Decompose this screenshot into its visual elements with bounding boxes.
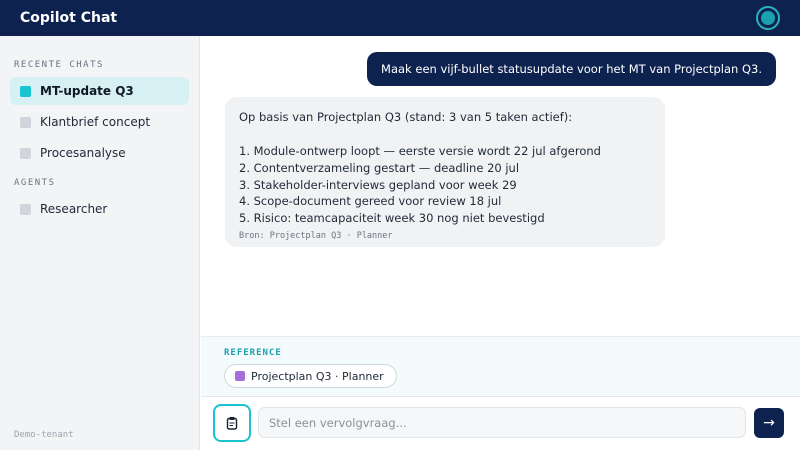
reference-chip-label: Projectplan Q3 · Planner: [251, 369, 384, 383]
app-title: Copilot Chat: [20, 10, 118, 26]
sidebar-item-label: Klantbrief concept: [40, 115, 151, 129]
tenant-label: Demo-tenant: [14, 430, 74, 440]
chat-square-icon: [20, 85, 31, 97]
list-item: 3. Stakeholder-interviews gepland voor w…: [239, 177, 517, 192]
follow-up-input[interactable]: [258, 407, 746, 438]
sidebar-item-label: Procesanalyse: [40, 146, 126, 160]
status-bullet-list: 1. Module-ontwerp loopt — eerste versie …: [239, 143, 651, 227]
agent-square-icon: [20, 203, 31, 215]
arrow-right-icon: →: [763, 415, 775, 431]
agents-heading: AGENTS: [14, 178, 56, 188]
source-citation: Bron: Projectplan Q3 · Planner: [239, 230, 393, 241]
attach-button[interactable]: [213, 404, 251, 442]
list-item: 5. Risico: teamcapaciteit week 30 nog ni…: [239, 211, 545, 226]
sidebar-item-researcher[interactable]: Researcher: [10, 195, 189, 223]
reference-heading: REFERENCE: [224, 348, 282, 358]
composer: →: [201, 396, 800, 450]
list-item: 4. Scope-document gereed voor review 18 …: [239, 194, 502, 209]
sidebar-item-label: Researcher: [40, 202, 108, 216]
list-item: 2. Contentverzameling gestart — deadline…: [239, 160, 520, 175]
planner-file-icon: [235, 371, 245, 381]
sidebar-item-procesanalyse[interactable]: Procesanalyse: [10, 139, 189, 167]
user-avatar-icon[interactable]: [756, 6, 780, 30]
chat-square-icon: [20, 147, 31, 159]
assistant-message-bubble: Op basis van Projectplan Q3 (stand: 3 va…: [225, 97, 665, 247]
sidebar-item-mt-update-q3[interactable]: MT-update Q3: [10, 77, 189, 105]
assistant-intro: Op basis van Projectplan Q3 (stand: 3 va…: [239, 110, 573, 124]
user-message-text: Maak een vijf-bullet statusupdate voor h…: [381, 62, 762, 76]
avatar-dot: [761, 11, 775, 25]
reference-chip[interactable]: Projectplan Q3 · Planner: [224, 364, 397, 388]
user-message-bubble: Maak een vijf-bullet statusupdate voor h…: [367, 52, 776, 86]
clipboard-icon: [226, 417, 238, 430]
sidebar-item-klantbrief-concept[interactable]: Klantbrief concept: [10, 108, 189, 136]
top-bar: Copilot Chat: [0, 0, 800, 36]
list-item: 1. Module-ontwerp loopt — eerste versie …: [239, 144, 601, 158]
sidebar-item-label: MT-update Q3: [40, 84, 134, 98]
recent-chats-heading: RECENTE CHATS: [14, 60, 104, 70]
send-button[interactable]: →: [754, 408, 784, 438]
sidebar: RECENTE CHATS MT-update Q3 Klantbrief co…: [0, 36, 200, 450]
chat-square-icon: [20, 116, 31, 128]
reference-panel: REFERENCE Projectplan Q3 · Planner: [201, 336, 800, 396]
